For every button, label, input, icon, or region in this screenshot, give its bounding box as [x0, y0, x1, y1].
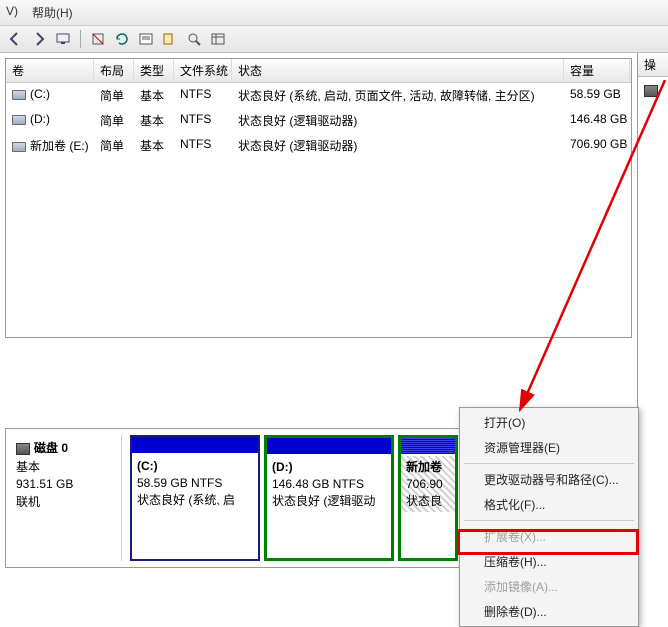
- disk-title: 磁盘 0: [34, 441, 68, 455]
- menu-bar[interactable]: V) 帮助(H): [0, 0, 668, 26]
- action-icon[interactable]: [88, 29, 108, 49]
- partition-d[interactable]: (D:) 146.48 GB NTFS 状态良好 (逻辑驱动: [264, 435, 394, 561]
- menu-help[interactable]: 帮助(H): [32, 4, 73, 21]
- menu-add-mirror: 添加镜像(A)...: [462, 574, 636, 599]
- menu-format[interactable]: 格式化(F)...: [462, 492, 636, 517]
- menu-extend-volume: 扩展卷(X)...: [462, 524, 636, 549]
- disk-online: 联机: [16, 493, 117, 510]
- properties-icon[interactable]: [136, 29, 156, 49]
- nav-back-icon[interactable]: [5, 29, 25, 49]
- toolbar: [0, 26, 668, 53]
- actions-pane: 操: [637, 53, 668, 618]
- part-size: 146.48 GB NTFS: [272, 477, 364, 491]
- vol-layout: 简单: [94, 110, 134, 131]
- col-capacity[interactable]: 容量: [564, 59, 630, 82]
- disk-icon: [16, 443, 30, 455]
- vol-status: 状态良好 (系统, 启动, 页面文件, 活动, 故障转储, 主分区): [232, 85, 564, 106]
- disk-kind: 基本: [16, 458, 117, 475]
- vol-fs: NTFS: [174, 135, 232, 156]
- vol-cap: 706.90 GB: [564, 135, 630, 156]
- vol-status: 状态良好 (逻辑驱动器): [232, 110, 564, 131]
- volume-row[interactable]: 新加卷 (E:) 简单 基本 NTFS 状态良好 (逻辑驱动器) 706.90 …: [6, 133, 631, 158]
- find-icon[interactable]: [184, 29, 204, 49]
- vol-type: 基本: [134, 110, 174, 131]
- menu-change-letter[interactable]: 更改驱动器号和路径(C)...: [462, 467, 636, 492]
- col-fs[interactable]: 文件系统: [174, 59, 232, 82]
- vol-fs: NTFS: [174, 85, 232, 106]
- vol-type: 基本: [134, 85, 174, 106]
- vol-fs: NTFS: [174, 110, 232, 131]
- volume-icon: [12, 142, 26, 152]
- volume-row[interactable]: (D:) 简单 基本 NTFS 状态良好 (逻辑驱动器) 146.48 GB: [6, 108, 631, 133]
- volume-row[interactable]: (C:) 简单 基本 NTFS 状态良好 (系统, 启动, 页面文件, 活动, …: [6, 83, 631, 108]
- help-icon[interactable]: [160, 29, 180, 49]
- context-menu[interactable]: 打开(O) 资源管理器(E) 更改驱动器号和路径(C)... 格式化(F)...…: [459, 407, 639, 627]
- actions-header: 操: [638, 53, 668, 77]
- partition-e[interactable]: 新加卷 706.90 状态良: [398, 435, 458, 561]
- col-layout[interactable]: 布局: [94, 59, 134, 82]
- volume-icon: [12, 90, 26, 100]
- part-size: 58.59 GB NTFS: [137, 476, 222, 490]
- part-status: 状态良好 (系统, 启: [137, 493, 235, 507]
- vol-label: (D:): [30, 112, 50, 126]
- col-status[interactable]: 状态: [232, 59, 564, 82]
- vol-layout: 简单: [94, 85, 134, 106]
- vol-label: 新加卷 (E:): [30, 139, 89, 153]
- volume-list-header[interactable]: 卷 布局 类型 文件系统 状态 容量: [6, 59, 631, 83]
- disk-info: 磁盘 0 基本 931.51 GB 联机: [12, 435, 122, 561]
- vol-status: 状态良好 (逻辑驱动器): [232, 135, 564, 156]
- menu-view[interactable]: V): [6, 4, 18, 21]
- part-label: (D:): [272, 460, 293, 474]
- partition-c[interactable]: (C:) 58.59 GB NTFS 状态良好 (系统, 启: [130, 435, 260, 561]
- vol-cap: 146.48 GB: [564, 110, 630, 131]
- volume-list[interactable]: 卷 布局 类型 文件系统 状态 容量 (C:) 简单 基本 NTFS 状态良好 …: [5, 58, 632, 338]
- disk-size: 931.51 GB: [16, 477, 117, 491]
- menu-delete-volume[interactable]: 删除卷(D)...: [462, 599, 636, 624]
- vol-label: (C:): [30, 87, 50, 101]
- vol-layout: 简单: [94, 135, 134, 156]
- part-label: 新加卷: [406, 460, 442, 474]
- list-icon[interactable]: [208, 29, 228, 49]
- vol-type: 基本: [134, 135, 174, 156]
- col-volume[interactable]: 卷: [6, 59, 94, 82]
- volume-icon: [12, 115, 26, 125]
- refresh-icon[interactable]: [112, 29, 132, 49]
- monitor-icon[interactable]: [53, 29, 73, 49]
- vol-cap: 58.59 GB: [564, 85, 630, 106]
- part-label: (C:): [137, 459, 158, 473]
- part-status: 状态良: [406, 494, 442, 508]
- disk-mgmt-icon: [644, 85, 658, 97]
- menu-shrink-volume[interactable]: 压缩卷(H)...: [462, 549, 636, 574]
- nav-forward-icon[interactable]: [29, 29, 49, 49]
- part-size: 706.90: [406, 477, 443, 491]
- menu-explorer[interactable]: 资源管理器(E): [462, 435, 636, 460]
- part-status: 状态良好 (逻辑驱动: [272, 494, 375, 508]
- menu-open[interactable]: 打开(O): [462, 410, 636, 435]
- col-type[interactable]: 类型: [134, 59, 174, 82]
